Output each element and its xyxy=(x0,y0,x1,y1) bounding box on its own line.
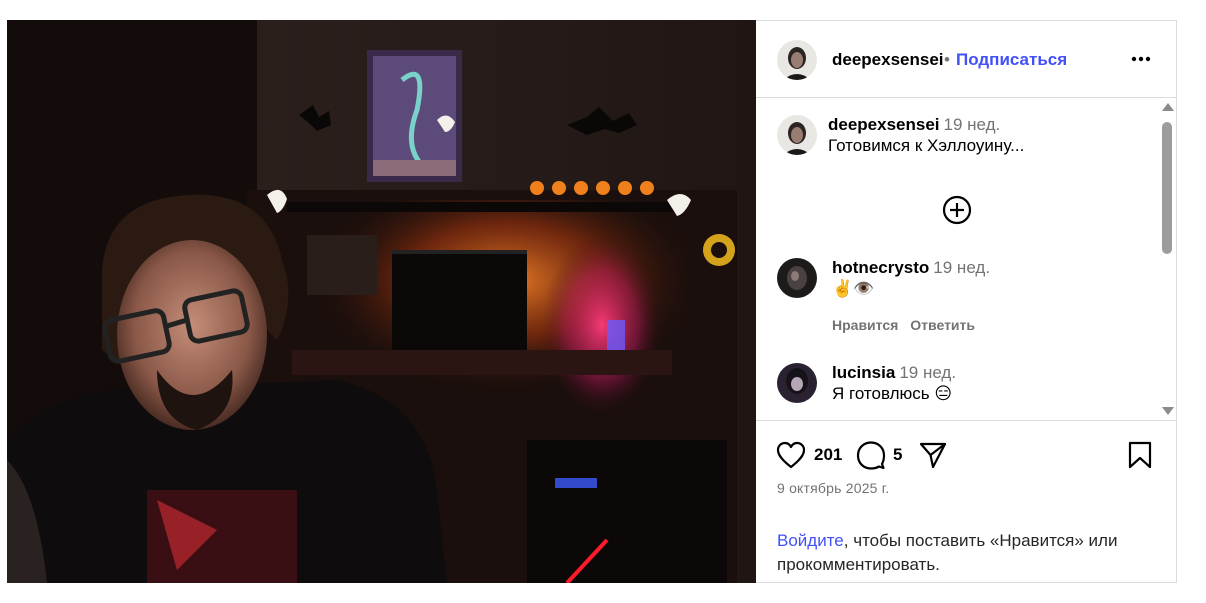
comment-item: lucinsia 19 нед. Я готовлюсь 😑 xyxy=(777,363,1157,420)
heart-icon[interactable] xyxy=(776,441,806,474)
post-header: deepexsensei • Подписаться xyxy=(756,21,1176,98)
comment-time[interactable]: 19 нед. xyxy=(933,258,990,277)
comment-reply-button[interactable]: Ответить xyxy=(910,317,975,333)
scroll-down-arrow-icon[interactable] xyxy=(1162,407,1174,415)
caption: deepexsensei 19 нед. Готовимся к Хэллоуин… xyxy=(777,115,1157,155)
post-panel: deepexsensei • Подписаться deepexsensei 1… xyxy=(756,20,1177,583)
login-prompt: Войдите, чтобы поставить «Нравится» или … xyxy=(777,529,1157,577)
caption-avatar[interactable] xyxy=(777,115,817,155)
comments-list[interactable]: deepexsensei 19 нед. Готовимся к Хэллоуин… xyxy=(756,99,1176,420)
comment-username[interactable]: lucinsia xyxy=(832,363,895,382)
comment-text: ✌️👁️ xyxy=(832,279,875,298)
likes-count[interactable]: 201 xyxy=(814,445,842,465)
post-actions: 201 5 9 октябрь 2025 г. Войдите, чтобы п… xyxy=(756,420,1176,584)
comments-count[interactable]: 5 xyxy=(893,445,902,465)
comment-text: Я готовлюсь 😑 xyxy=(832,384,953,403)
post-photo[interactable] xyxy=(7,20,756,583)
share-send-icon[interactable] xyxy=(918,440,948,475)
comment-item: hotnecrysto 19 нед. ✌️👁️ Нравится Ответить xyxy=(777,258,1157,338)
author-username[interactable]: deepexsensei xyxy=(832,50,944,70)
comment-like-button[interactable]: Нравится xyxy=(832,317,898,333)
comment-time[interactable]: 19 нед. xyxy=(944,115,1001,134)
follow-button[interactable]: Подписаться xyxy=(956,50,1067,70)
separator-dot: • xyxy=(944,50,950,69)
scroll-thumb[interactable] xyxy=(1162,122,1172,254)
bookmark-icon[interactable] xyxy=(1128,441,1152,474)
author-avatar[interactable] xyxy=(777,40,817,80)
comment-time[interactable]: 19 нед. xyxy=(899,363,956,382)
comment-actions: Нравится Ответить xyxy=(832,317,987,333)
comment-icon[interactable] xyxy=(856,440,886,475)
login-link[interactable]: Войдите xyxy=(777,531,844,550)
comment-text: Готовимся к Хэллоуину... xyxy=(828,136,1025,155)
post-date[interactable]: 9 октябрь 2025 г. xyxy=(777,480,889,496)
comments-scrollbar[interactable] xyxy=(1159,103,1174,418)
more-horizontal-icon[interactable] xyxy=(1130,48,1152,70)
scroll-up-arrow-icon[interactable] xyxy=(1162,103,1174,111)
commenter-avatar[interactable] xyxy=(777,258,817,298)
commenter-avatar[interactable] xyxy=(777,363,817,403)
comment-username[interactable]: deepexsensei xyxy=(828,115,940,134)
comment-username[interactable]: hotnecrysto xyxy=(832,258,929,277)
plus-circle-icon[interactable] xyxy=(941,194,973,226)
